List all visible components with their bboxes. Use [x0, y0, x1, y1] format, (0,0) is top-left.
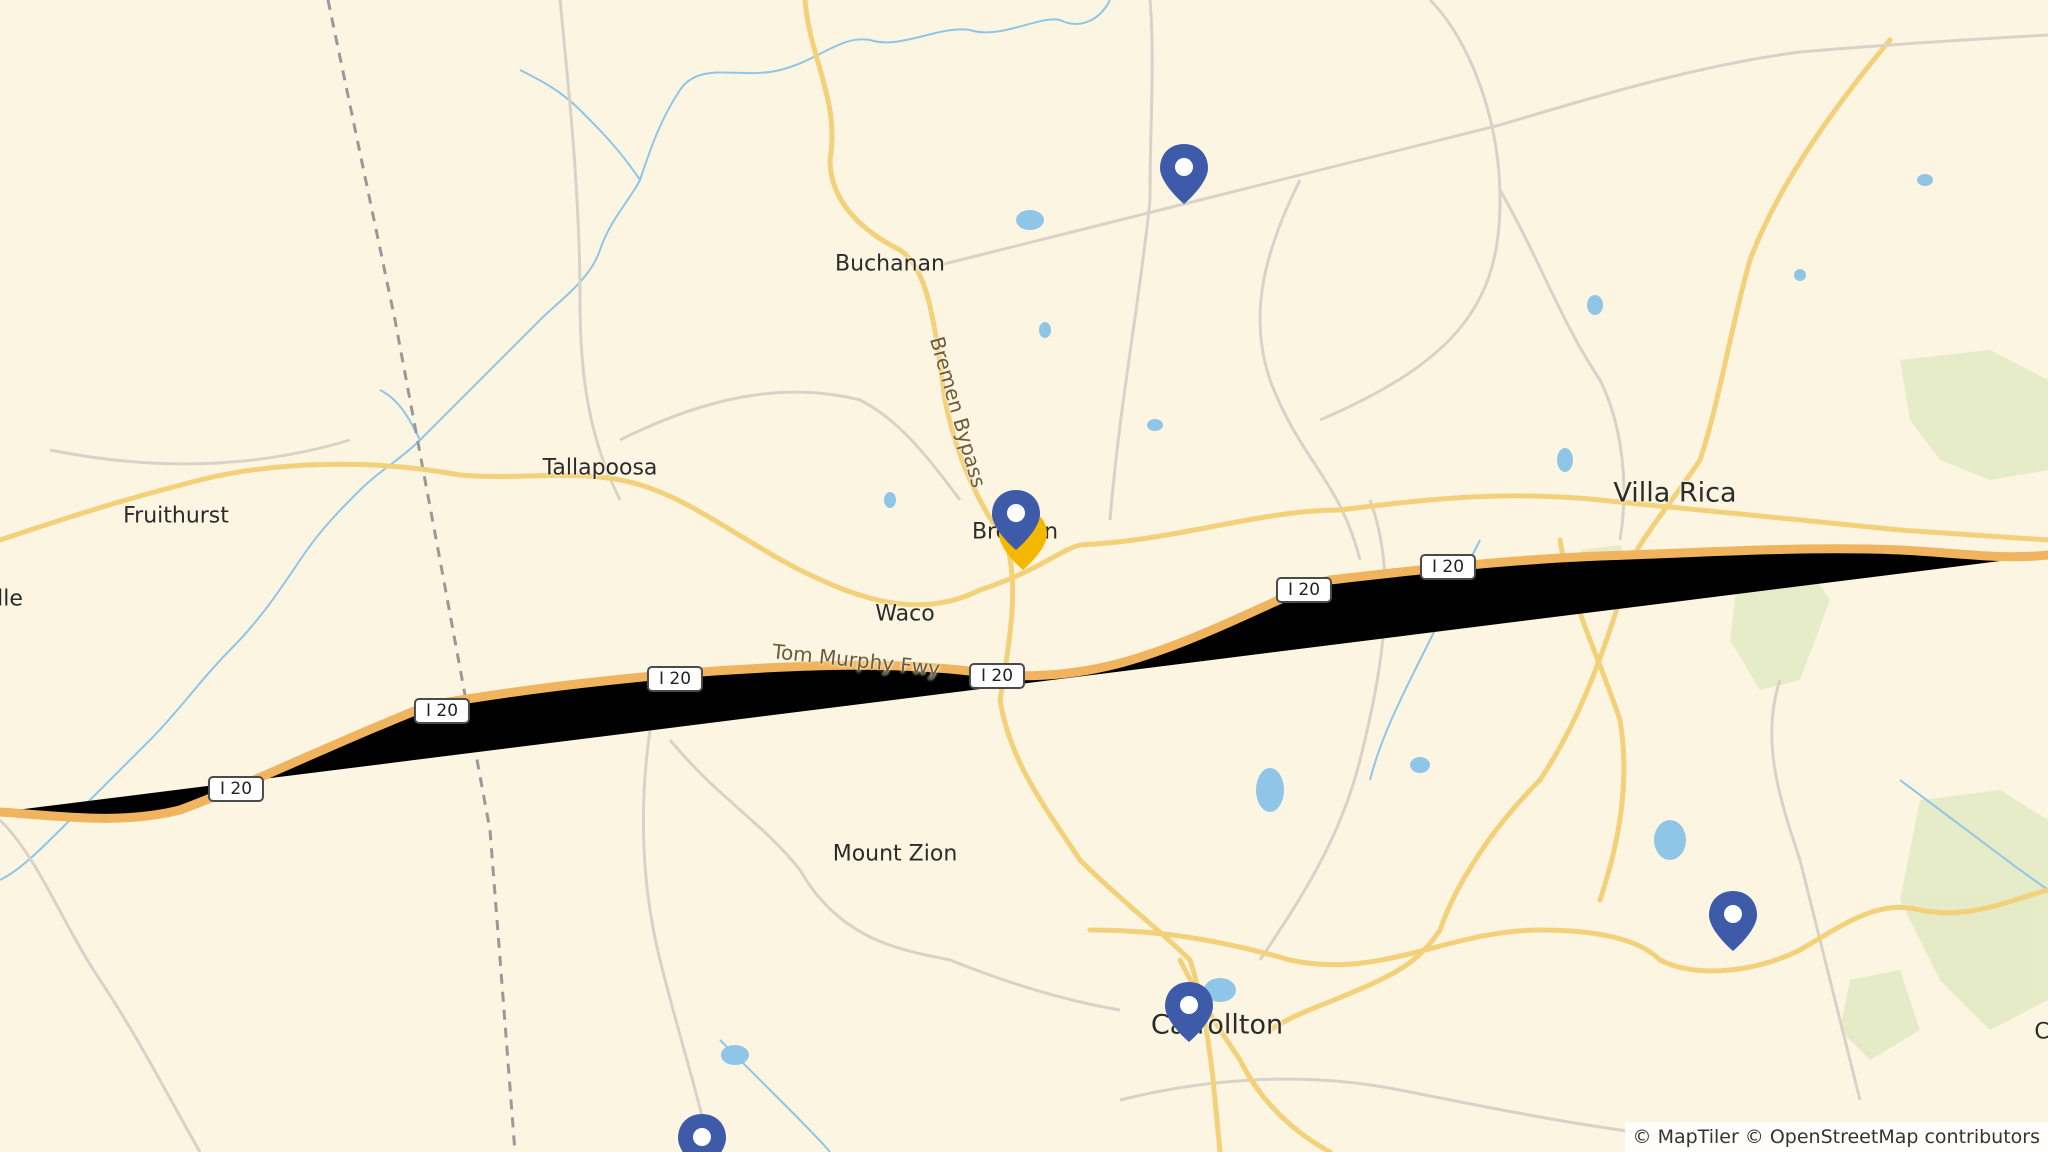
- i20-shield: I 20: [1419, 554, 1477, 580]
- i20-shield: I 20: [646, 666, 704, 692]
- place-label-waco: Waco: [875, 601, 935, 627]
- place-label-mount-zion: Mount Zion: [832, 841, 958, 867]
- map-base-layer: [0, 0, 2048, 1152]
- place-label-villa-rica: Villa Rica: [1613, 477, 1737, 509]
- place-label-edge-left: lle: [0, 586, 23, 612]
- place-label-edge-right: C: [2034, 1019, 2048, 1045]
- place-label-buchanan: Buchanan: [835, 251, 945, 277]
- location-marker-icon[interactable]: [989, 488, 1043, 554]
- location-marker-icon[interactable]: [1706, 889, 1760, 955]
- place-label-fruithurst: Fruithurst: [123, 503, 229, 529]
- location-marker-icon[interactable]: [1157, 142, 1211, 208]
- i20-shield: I 20: [207, 776, 265, 802]
- i20-shield: I 20: [968, 663, 1026, 689]
- map-canvas[interactable]: Buchanan Tallapoosa Fruithurst Bremen Wa…: [0, 0, 2048, 1152]
- location-marker-icon[interactable]: [1162, 980, 1216, 1046]
- place-label-tallapoosa: Tallapoosa: [542, 455, 658, 481]
- i20-shield: I 20: [1275, 577, 1333, 603]
- map-attribution[interactable]: © MapTiler © OpenStreetMap contributors: [1624, 1122, 2048, 1152]
- location-marker-icon[interactable]: [675, 1112, 729, 1152]
- i20-shield: I 20: [413, 698, 471, 724]
